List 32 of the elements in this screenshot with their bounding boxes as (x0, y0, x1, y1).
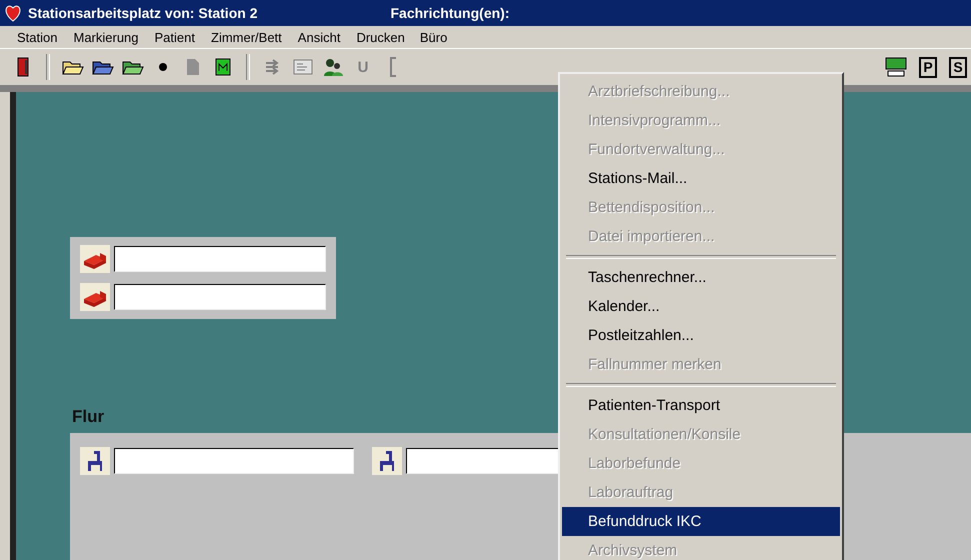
seat-field[interactable] (114, 448, 354, 474)
chair-icon (88, 451, 102, 471)
people-icon[interactable] (322, 57, 344, 77)
menu-entry[interactable]: Postleitzahlen... (562, 321, 840, 350)
arrows-icon[interactable] (265, 59, 281, 75)
menu-entry[interactable]: Kalender... (562, 292, 840, 321)
heart-icon (4, 4, 22, 22)
dot-icon[interactable] (159, 63, 167, 71)
window-title: Stationsarbeitsplatz von: Station 2 (28, 5, 258, 21)
bracket-icon[interactable] (389, 57, 397, 77)
menu-item[interactable]: Markierung (66, 26, 146, 48)
menu-entry[interactable]: Stations-Mail... (562, 164, 840, 193)
menu-item[interactable]: Büro (414, 28, 454, 46)
menu-entry[interactable]: Befunddruck IKC (562, 507, 840, 536)
door-icon[interactable] (16, 57, 30, 77)
toolbar-button[interactable]: S (949, 56, 967, 78)
bed-field[interactable] (114, 284, 326, 310)
toolbar-button[interactable]: P (919, 56, 937, 78)
bed-field[interactable] (114, 246, 326, 272)
menu-item[interactable]: Ansicht (290, 26, 348, 48)
menu-item[interactable]: Zimmer/Bett (204, 26, 289, 48)
menu-entry[interactable]: Patienten-Transport (562, 391, 840, 420)
monitor-icon[interactable] (885, 57, 907, 77)
menu-item[interactable]: Drucken (349, 26, 412, 48)
sheet-icon[interactable] (215, 58, 231, 76)
window-subtitle: Fachrichtung(en): (390, 5, 510, 21)
card-icon[interactable] (293, 59, 313, 75)
menu-item[interactable]: Patient (148, 26, 202, 48)
menu-item[interactable]: Station (10, 26, 64, 48)
section-title: Flur (72, 407, 106, 427)
menu-entry[interactable]: Taschenrechner... (562, 263, 840, 292)
chair-icon (380, 451, 394, 471)
